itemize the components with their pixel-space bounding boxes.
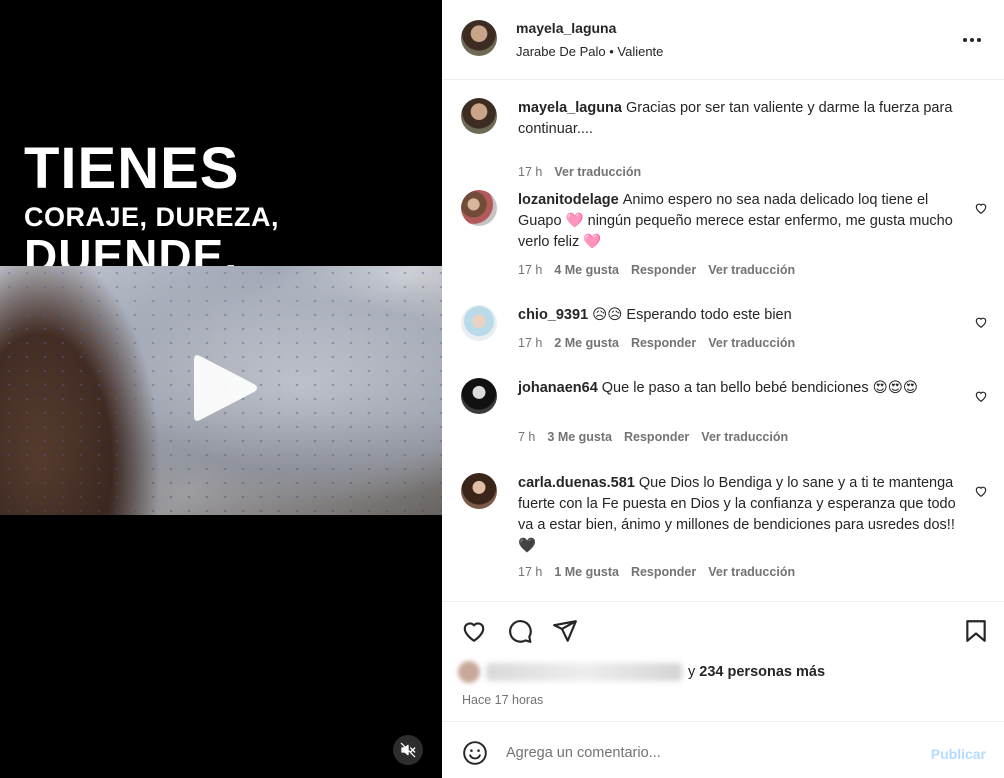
comment-meta: 17 h 2 Me gusta Responder Ver traducción (518, 336, 807, 350)
avatar[interactable] (461, 473, 497, 509)
comment-time[interactable]: 17 h (518, 336, 542, 350)
media-panel[interactable]: TIENES CORAJE, DUREZA, DUENDE, (0, 0, 442, 778)
reply-link[interactable]: Responder (631, 336, 696, 350)
translate-link[interactable]: Ver traducción (708, 565, 795, 579)
comment-text: lozanitodelage Animo espero no sea nada d… (518, 190, 958, 253)
muted-speaker-icon[interactable] (393, 735, 423, 765)
comment-body: Que le paso a tan bello bebé bendiciones… (601, 380, 918, 396)
heart-icon[interactable] (461, 618, 487, 644)
comment-icon[interactable] (507, 618, 533, 644)
likes-prefix: y (688, 664, 696, 680)
comment-time[interactable]: 17 h (518, 263, 542, 277)
post-timestamp[interactable]: Hace 17 horas (462, 693, 543, 707)
comment-text: chio_9391 😥😥 Esperando todo este bien (518, 305, 958, 326)
translate-link[interactable]: Ver traducción (708, 263, 795, 277)
comment-heart-icon[interactable] (974, 201, 988, 215)
comment-time[interactable]: 17 h (518, 565, 542, 579)
post-panel: mayela_laguna Jarabe De Palo • Valiente … (442, 0, 1004, 778)
translate-link[interactable]: Ver traducción (554, 165, 641, 179)
liker-name-blurred (486, 663, 682, 681)
likes-summary[interactable]: y 234 personas más (454, 660, 825, 684)
comment-likes[interactable]: 1 Me gusta (554, 565, 619, 579)
comment-heart-icon[interactable] (974, 484, 988, 498)
comment-body: 😥😥 Esperando todo este bien (592, 307, 792, 323)
bookmark-icon[interactable] (963, 618, 989, 644)
comment-meta: 17 h 1 Me gusta Responder Ver traducción (518, 565, 807, 579)
play-icon[interactable] (190, 350, 260, 426)
avatar[interactable] (461, 378, 497, 414)
liker-avatar-blurred (458, 661, 480, 683)
translate-link[interactable]: Ver traducción (708, 336, 795, 350)
likes-text[interactable]: y 234 personas más (688, 664, 825, 680)
comment-meta: 17 h Ver traducción (518, 165, 653, 179)
audio-track[interactable]: Jarabe De Palo • Valiente (516, 44, 663, 59)
avatar[interactable] (461, 20, 497, 56)
comment-meta: 17 h 4 Me gusta Responder Ver traducción (518, 263, 807, 277)
post-header: mayela_laguna Jarabe De Palo • Valiente (442, 0, 1004, 80)
reply-link[interactable]: Responder (631, 263, 696, 277)
comment-text: mayela_laguna Gracias por ser tan valient… (518, 98, 958, 140)
comment-meta: 7 h 3 Me gusta Responder Ver traducción (518, 430, 800, 444)
comment-time[interactable]: 17 h (518, 165, 542, 179)
overlay-line-1: TIENES (24, 136, 240, 201)
comment-time[interactable]: 7 h (518, 430, 535, 444)
video-overlay-text: TIENES CORAJE, DUREZA, DUENDE, (24, 136, 280, 280)
comment-likes[interactable]: 3 Me gusta (547, 430, 612, 444)
comment-username[interactable]: mayela_laguna (518, 100, 622, 116)
overlay-line-2: CORAJE, DUREZA, (24, 202, 280, 232)
reply-link[interactable]: Responder (624, 430, 689, 444)
comment-text: carla.duenas.581 Que Dios lo Bendiga y lo… (518, 473, 958, 557)
comment-likes[interactable]: 2 Me gusta (554, 336, 619, 350)
comment-likes[interactable]: 4 Me gusta (554, 263, 619, 277)
comment-composer: Publicar (442, 722, 1004, 778)
avatar[interactable] (461, 98, 497, 134)
author-username[interactable]: mayela_laguna (516, 20, 616, 36)
share-icon[interactable] (552, 618, 578, 644)
emoji-icon[interactable] (462, 740, 488, 766)
avatar[interactable] (461, 305, 497, 341)
comment-username[interactable]: lozanitodelage (518, 192, 619, 208)
comment-heart-icon[interactable] (974, 315, 988, 329)
comment-username[interactable]: carla.duenas.581 (518, 475, 635, 491)
comment-username[interactable]: johanaen64 (518, 380, 598, 396)
more-options-icon[interactable] (960, 28, 984, 52)
comment-text: johanaen64 Que le paso a tan bello bebé b… (518, 378, 958, 399)
avatar[interactable] (461, 190, 497, 226)
post-button[interactable]: Publicar (931, 746, 986, 762)
likes-count[interactable]: 234 personas más (699, 664, 825, 680)
translate-link[interactable]: Ver traducción (701, 430, 788, 444)
comment-heart-icon[interactable] (974, 389, 988, 403)
comment-input[interactable] (506, 740, 906, 766)
reply-link[interactable]: Responder (631, 565, 696, 579)
comment-username[interactable]: chio_9391 (518, 307, 588, 323)
comments-list[interactable]: mayela_laguna Gracias por ser tan valient… (442, 80, 1004, 602)
